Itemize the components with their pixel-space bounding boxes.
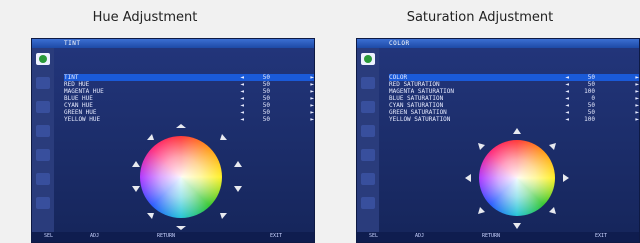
menu-category-icon[interactable] [361, 53, 375, 65]
osd-sidebar [357, 48, 379, 232]
menu-category-icon[interactable] [36, 149, 50, 161]
menu-category-icon[interactable] [361, 77, 375, 89]
caption-saturation: Saturation Adjustment [406, 10, 554, 25]
menu-category-icon[interactable] [361, 149, 375, 161]
bottom-hint: RETURN [157, 233, 176, 239]
saturation-osd-panel: COLOR COLOR ◄ 50 ► RED SATURATION ◄ 50 ►… [356, 38, 640, 243]
menu-category-icon[interactable] [36, 173, 50, 185]
menu-category-icon[interactable] [36, 125, 50, 137]
osd-sidebar [32, 48, 54, 232]
menu-category-icon[interactable] [36, 77, 50, 89]
osd-menu: COLOR ◄ 50 ► RED SATURATION ◄ 50 ► MAGEN… [379, 48, 639, 232]
menu-category-icon[interactable] [36, 53, 50, 65]
menu-category-icon[interactable] [36, 101, 50, 113]
osd-title-bar: COLOR [357, 39, 639, 48]
rotation-arrows-icon [132, 124, 242, 230]
osd-bottom-bar: SEL ADJ RETURN EXIT [32, 232, 314, 242]
saturation-arrows-icon [465, 128, 569, 229]
osd-menu: TINT ◄ 50 ► RED HUE ◄ 50 ► MAGENTA HUE ◄… [54, 48, 314, 232]
menu-category-icon[interactable] [361, 173, 375, 185]
caption-hue: Hue Adjustment [92, 10, 198, 25]
hue-osd-panel: TINT TINT ◄ 50 ► RED HUE ◄ 50 ► MAGENTA … [31, 38, 315, 243]
bottom-hint: RETURN [482, 233, 501, 239]
bottom-hint: EXIT [595, 233, 608, 239]
osd-bottom-bar: SEL ADJ RETURN EXIT [357, 232, 639, 242]
osd-title: COLOR [389, 40, 410, 47]
osd-title: TINT [64, 40, 81, 47]
bottom-hint: ADJ [90, 233, 100, 239]
menu-category-icon[interactable] [361, 197, 375, 209]
menu-category-icon[interactable] [361, 125, 375, 137]
bottom-hint: ADJ [415, 233, 425, 239]
menu-category-icon[interactable] [36, 197, 50, 209]
osd-title-bar: TINT [32, 39, 314, 48]
bottom-hint: SEL [369, 233, 379, 239]
bottom-hint: SEL [44, 233, 54, 239]
menu-category-icon[interactable] [361, 101, 375, 113]
bottom-hint: EXIT [270, 233, 283, 239]
